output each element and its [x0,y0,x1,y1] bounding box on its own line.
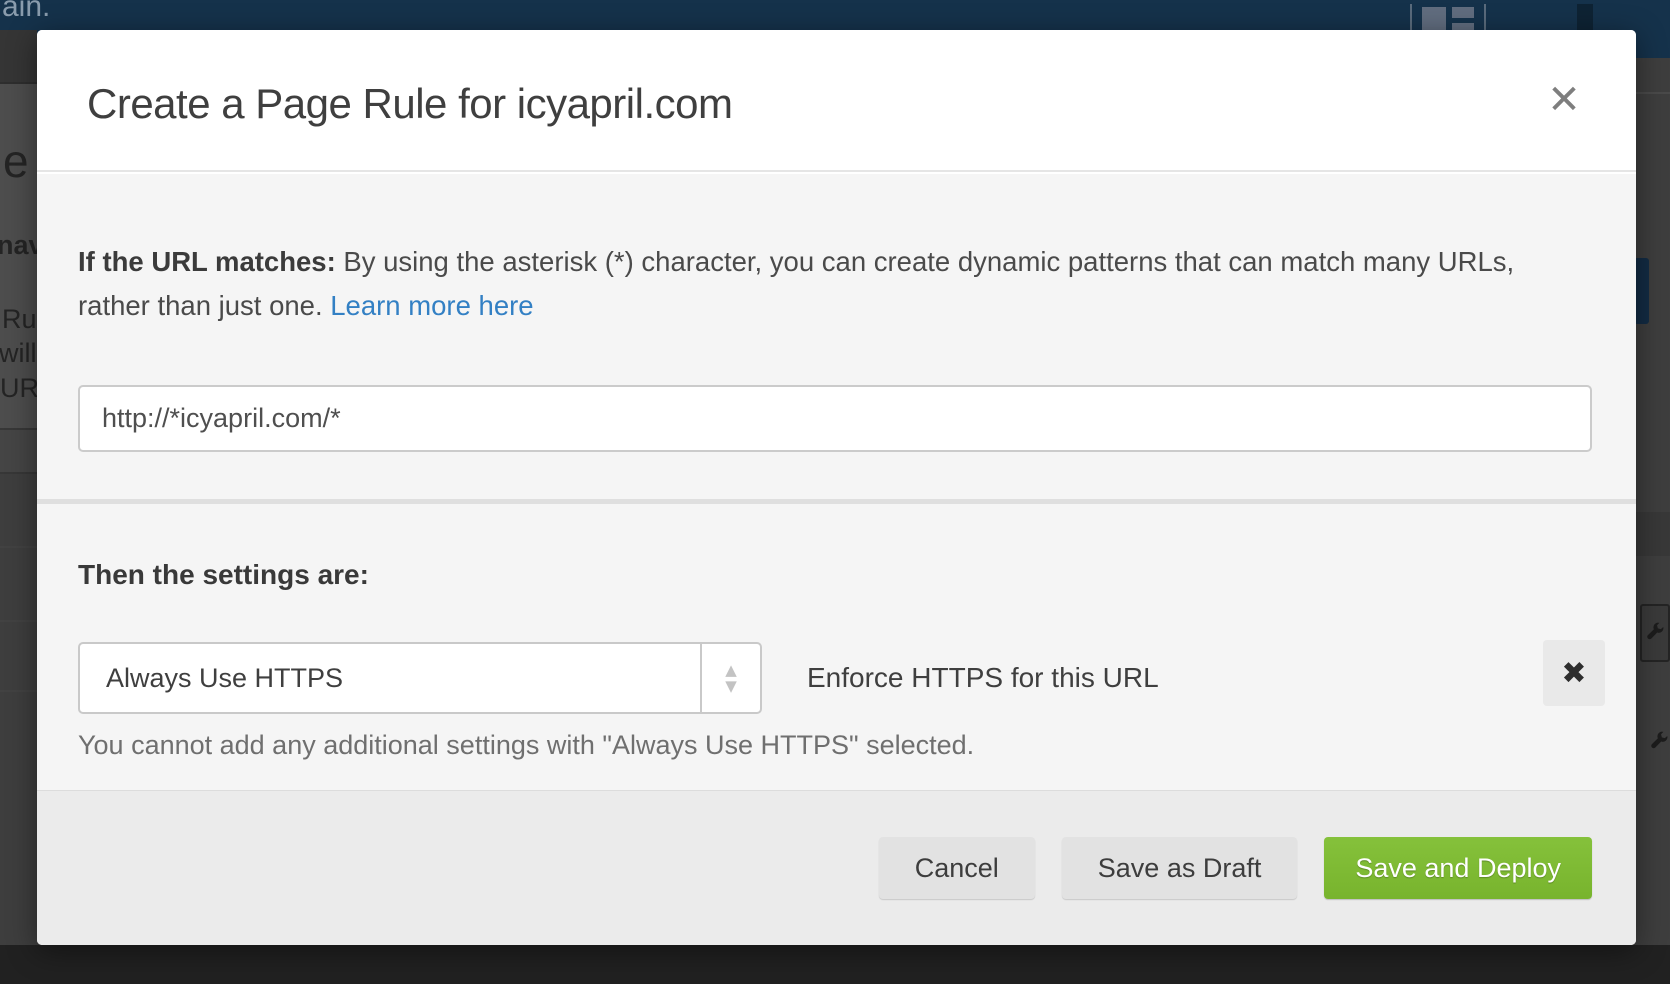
setting-note: You cannot add any additional settings w… [78,730,974,761]
save-and-deploy-button[interactable]: Save and Deploy [1324,837,1592,899]
remove-icon: ✖ [1561,656,1586,691]
background-table-header-strip [1636,512,1670,556]
background-clipped-text: ain. [2,0,50,24]
wrench-icon [1646,716,1670,768]
create-page-rule-modal: Create a Page Rule for icyapril.com ✕ If… [37,30,1636,945]
background-text-fragment: will [0,338,37,369]
screen: ain. e nav Ru will UR [0,0,1670,984]
learn-more-link[interactable]: Learn more here [330,290,533,321]
close-icon[interactable]: ✕ [1540,76,1588,124]
background-subnav-strip [0,30,37,84]
background-row-divider [0,690,37,692]
modal-title: Create a Page Rule for icyapril.com [87,80,732,128]
url-pattern-input[interactable] [78,385,1592,452]
select-arrows: ▲ ▼ [700,644,760,712]
background-content-strip: e nav Ru will UR [0,84,37,428]
save-as-draft-button[interactable]: Save as Draft [1062,837,1298,899]
settings-heading: Then the settings are: [78,559,369,591]
modal-footer: Cancel Save as Draft Save and Deploy [37,790,1636,945]
remove-setting-button[interactable]: ✖ [1543,640,1605,706]
chevron-up-icon: ▲ [725,663,737,677]
layout-rows-icon [1452,7,1474,18]
background-text-fragment: Ru [2,304,37,335]
modal-header: Create a Page Rule for icyapril.com ✕ [37,30,1636,172]
background-table-header-strip [0,428,37,474]
background-primary-button-fragment [1634,258,1649,324]
cancel-button[interactable]: Cancel [879,837,1035,899]
setting-select-value: Always Use HTTPS [106,644,343,712]
chevron-down-icon: ▼ [725,679,737,693]
section-divider [37,499,1636,504]
url-match-paragraph: If the URL matches: By using the asteris… [78,240,1560,328]
background-heading-fragment: e [3,134,29,188]
background-text-fragment: UR [0,373,39,404]
background-row-divider [0,620,37,622]
background-footer-strip [0,945,1670,984]
setting-select[interactable]: Always Use HTTPS ▲ ▼ [78,642,762,714]
background-row-divider [1636,92,1670,94]
background-row-divider [0,546,37,548]
url-match-label: If the URL matches: [78,246,336,277]
modal-body: If the URL matches: By using the asteris… [37,174,1636,820]
wrench-icon [1640,604,1670,662]
setting-description: Enforce HTTPS for this URL [807,642,1159,714]
